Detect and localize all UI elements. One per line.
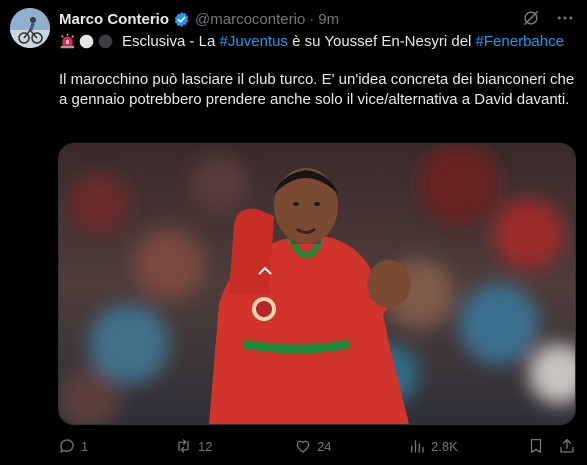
views-button[interactable]: 2.8K [408,436,458,456]
more-icon[interactable] [555,8,575,28]
white-circle-emoji-icon [78,33,95,50]
reply-count: 1 [81,438,89,454]
verified-badge-icon [173,11,190,28]
author-handle[interactable]: @marcoconterio [195,11,305,28]
tweet-top-actions [521,8,575,28]
bookmark-button[interactable] [527,436,545,456]
author-avatar[interactable] [10,8,50,48]
bookmark-icon [527,437,545,455]
timestamp[interactable]: 9m [318,11,339,28]
share-button[interactable] [558,436,576,456]
like-button[interactable]: 24 [294,436,331,456]
tweet-first-line: Esclusiva - La #Juventus è su Youssef En… [59,31,564,51]
tweet-body: Il marocchino può lasciare il club turco… [59,71,575,108]
separator-dot: · [309,10,315,28]
share-icon [558,437,576,455]
black-circle-emoji-icon [97,33,114,50]
hashtag-juventus[interactable]: #Juventus [220,33,288,50]
views-icon [408,437,426,455]
tweet-header: Marco Conterio @marcoconterio · 9m [59,9,339,29]
first-line-text: Esclusiva - La #Juventus è su Youssef En… [122,33,564,50]
first-line-middle: è su Youssef En-Nesyri del [287,32,476,50]
like-icon [294,437,312,455]
views-count: 2.8K [431,438,458,454]
grok-icon[interactable] [521,8,541,28]
repost-count: 12 [198,438,213,454]
tweet-actions: 1 12 24 2.8K [58,436,576,456]
first-line-prefix: Esclusiva - La [122,32,220,50]
author-name[interactable]: Marco Conterio [59,11,169,28]
tweet-media-photo[interactable] [58,143,576,425]
reply-button[interactable]: 1 [58,436,88,456]
hashtag-fenerbahce[interactable]: #Fenerbahce [476,33,564,50]
reply-icon [58,437,76,455]
like-count: 24 [317,438,332,454]
siren-emoji-icon [59,33,76,50]
repost-icon [174,437,193,455]
repost-button[interactable]: 12 [174,436,212,456]
